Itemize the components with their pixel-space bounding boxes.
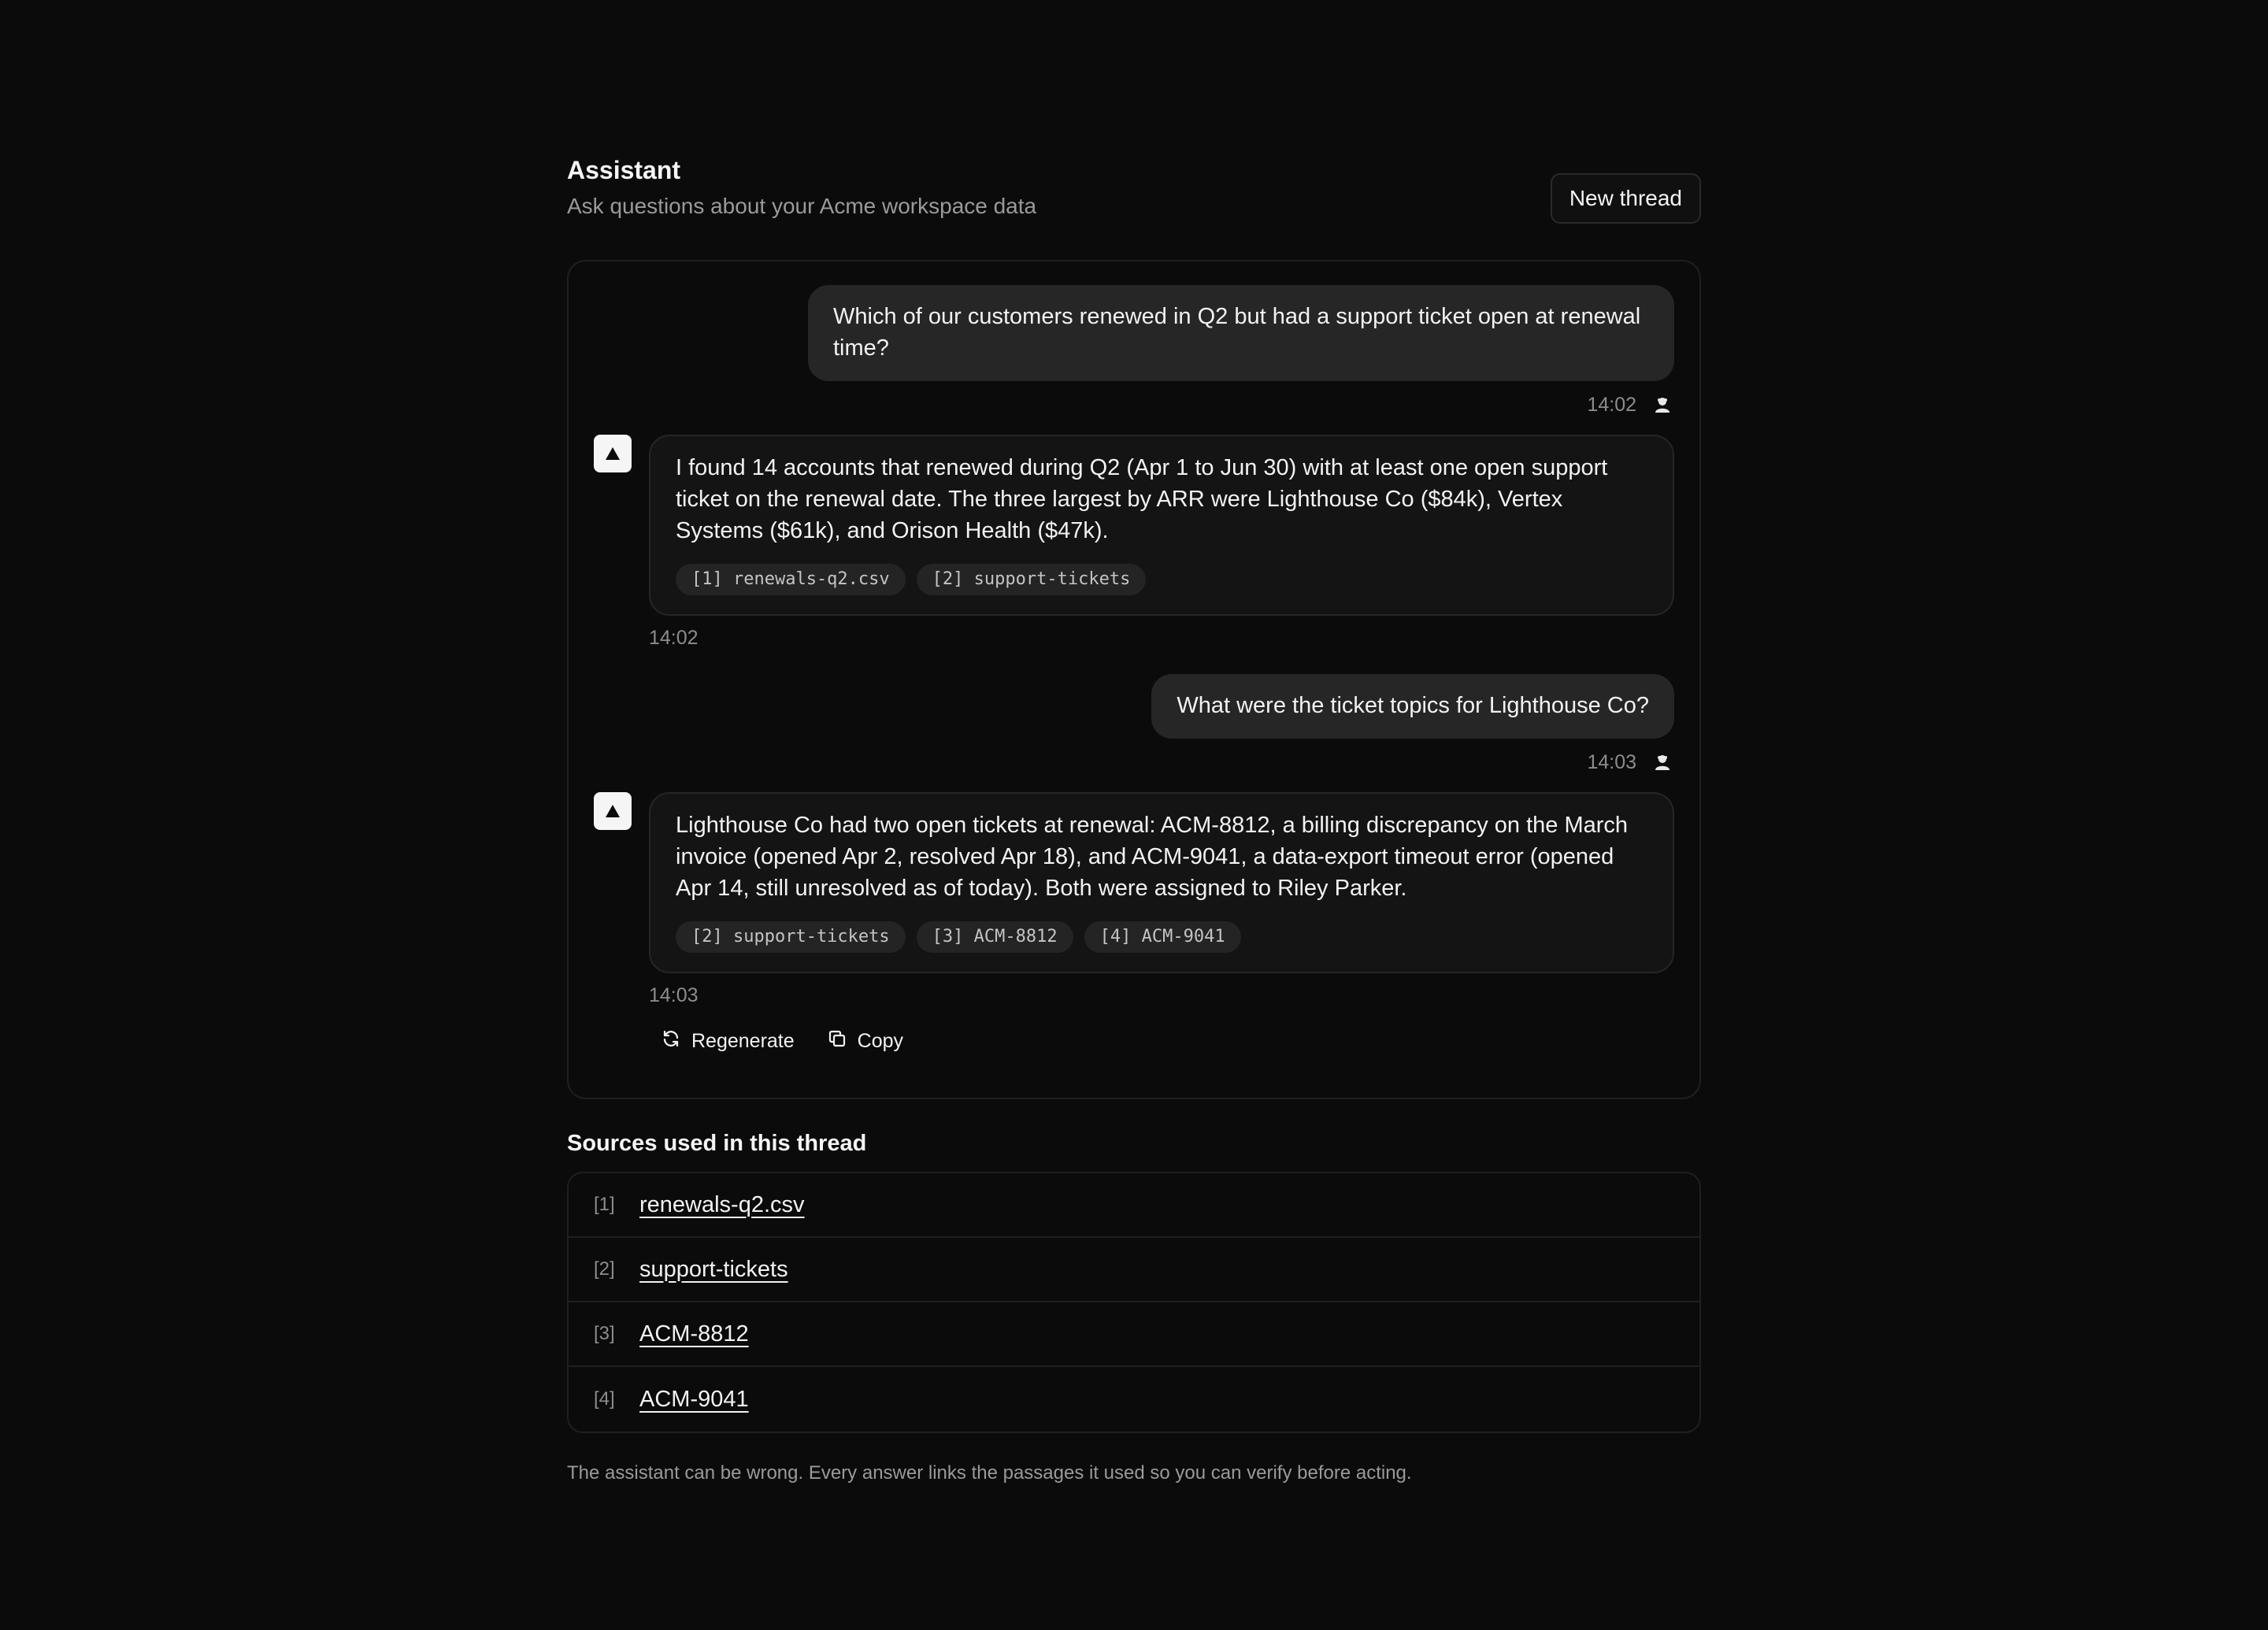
sources-list: [1] renewals-q2.csv [2] support-tickets …	[567, 1172, 1701, 1433]
citation-chip[interactable]: [1] renewals-q2.csv	[676, 564, 906, 595]
assistant-message-text: Lighthouse Co had two open tickets at re…	[676, 813, 1629, 901]
message-timestamp: 14:03	[649, 984, 699, 1006]
copy-button[interactable]: Copy	[828, 1025, 903, 1057]
assistant-message-column: I found 14 accounts that renewed during …	[649, 435, 1674, 650]
message-timestamp: 14:03	[1587, 750, 1636, 773]
page-header: Assistant Ask questions about your Acme …	[567, 154, 1701, 260]
triangle-icon	[594, 792, 632, 830]
refresh-icon	[662, 1029, 691, 1054]
header-text: Assistant Ask questions about your Acme …	[567, 154, 1036, 220]
user-message: Which of our customers renewed in Q2 but…	[594, 285, 1674, 381]
source-link[interactable]: renewals-q2.csv	[639, 1192, 805, 1218]
message-timestamp: 14:02	[649, 627, 699, 649]
user-message: What were the ticket topics for Lighthou…	[594, 674, 1674, 739]
assistant-message-column: Lighthouse Co had two open tickets at re…	[649, 792, 1674, 1057]
disclaimer-text: The assistant can be wrong. Every answer…	[567, 1462, 1412, 1484]
source-link[interactable]: ACM-9041	[639, 1387, 749, 1413]
assistant-message-bubble: Lighthouse Co had two open tickets at re…	[649, 792, 1674, 973]
source-link[interactable]: support-tickets	[639, 1257, 788, 1283]
assistant-message: I found 14 accounts that renewed during …	[594, 435, 1674, 650]
citation-chip[interactable]: [2] support-tickets	[916, 564, 1147, 595]
source-index: [4]	[594, 1388, 615, 1410]
message-timestamp: 14:02	[1587, 393, 1636, 416]
citation-chip[interactable]: [4] ACM-9041	[1084, 921, 1241, 953]
user-message-meta: 14:03	[594, 750, 1674, 775]
source-item: [3] ACM-8812	[569, 1302, 1699, 1367]
citation-chip[interactable]: [2] support-tickets	[676, 921, 906, 953]
source-item: [1] renewals-q2.csv	[569, 1173, 1699, 1238]
regenerate-button[interactable]: Regenerate	[662, 1025, 795, 1057]
assistant-page: Assistant Ask questions about your Acme …	[567, 154, 1701, 1487]
user-icon	[1652, 752, 1673, 772]
source-index: [1]	[594, 1194, 615, 1215]
regenerate-label: Regenerate	[691, 1029, 795, 1052]
source-index: [2]	[594, 1258, 615, 1280]
citation-chip[interactable]: [3] ACM-8812	[916, 921, 1073, 953]
sources-title: Sources used in this thread	[567, 1131, 867, 1156]
user-message-bubble: Which of our customers renewed in Q2 but…	[808, 285, 1674, 381]
source-link[interactable]: ACM-8812	[639, 1321, 749, 1347]
user-message-meta: 14:02	[594, 392, 1674, 417]
message-actions: Regenerate Copy	[662, 1025, 1674, 1057]
triangle-icon	[594, 435, 632, 472]
source-index: [3]	[594, 1323, 615, 1344]
assistant-message-text: I found 14 accounts that renewed during …	[676, 455, 1608, 543]
copy-label: Copy	[857, 1029, 904, 1052]
citation-chips: [1] renewals-q2.csv [2] support-tickets	[676, 564, 1647, 595]
user-message-bubble: What were the ticket topics for Lighthou…	[1151, 674, 1674, 739]
page-subtitle: Ask questions about your Acme workspace …	[567, 194, 1037, 218]
citation-chips: [2] support-tickets [3] ACM-8812 [4] ACM…	[676, 921, 1647, 953]
assistant-message: Lighthouse Co had two open tickets at re…	[594, 792, 1674, 1057]
thread-panel: Which of our customers renewed in Q2 but…	[567, 260, 1701, 1099]
new-thread-button[interactable]: New thread	[1550, 173, 1701, 224]
page-title: Assistant	[567, 156, 681, 184]
source-item: [2] support-tickets	[569, 1238, 1699, 1302]
copy-icon	[828, 1029, 858, 1054]
source-item: [4] ACM-9041	[569, 1367, 1699, 1432]
user-icon	[1652, 395, 1673, 415]
assistant-message-bubble: I found 14 accounts that renewed during …	[649, 435, 1674, 616]
